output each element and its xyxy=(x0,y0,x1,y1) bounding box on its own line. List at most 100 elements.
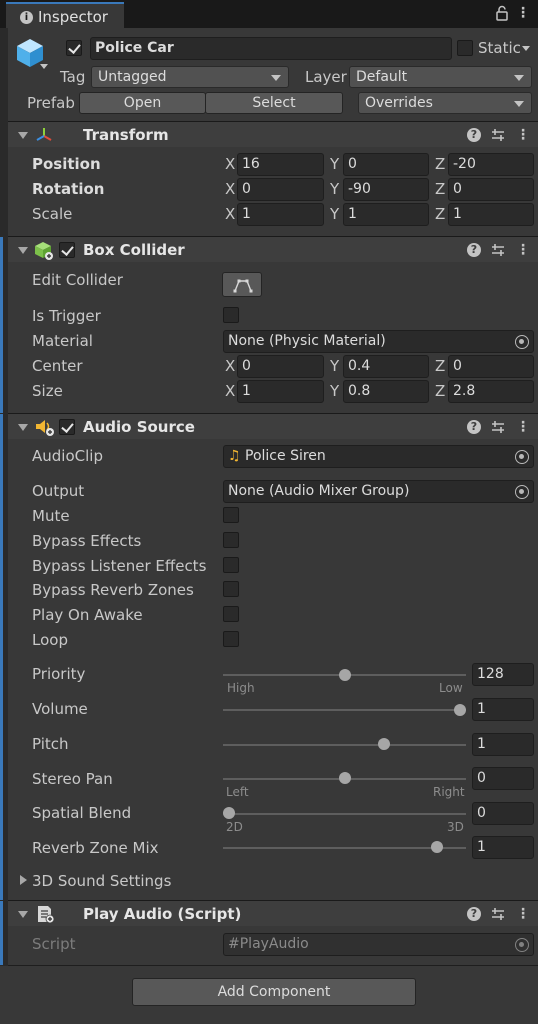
axis-x-label[interactable]: X xyxy=(225,205,235,223)
spatial-blend-slider-track[interactable] xyxy=(223,813,466,815)
active-checkbox[interactable] xyxy=(66,40,82,56)
static-checkbox[interactable] xyxy=(457,40,473,56)
volume-slider-knob[interactable] xyxy=(454,704,466,716)
output-field[interactable]: None (Audio Mixer Group) xyxy=(223,480,534,503)
static-dropdown-arrow-icon[interactable] xyxy=(522,46,530,51)
tab-menu-icon[interactable]: ⋮ xyxy=(516,5,530,21)
foldout-arrow-icon[interactable] xyxy=(18,424,28,431)
position-z-field[interactable]: -20 xyxy=(448,153,534,176)
object-picker-icon[interactable] xyxy=(515,335,529,349)
preset-icon[interactable] xyxy=(491,243,505,257)
selection-accent-bar xyxy=(0,901,3,965)
spatial-blend-field[interactable]: 0 xyxy=(472,802,534,825)
foldout-arrow-icon[interactable] xyxy=(20,875,27,885)
reverb-zone-mix-slider-knob[interactable] xyxy=(430,841,443,853)
help-icon[interactable]: ? xyxy=(467,420,481,434)
bypass-listener-effects-checkbox[interactable] xyxy=(223,557,239,573)
help-icon[interactable]: ? xyxy=(467,907,481,921)
size-z-field[interactable]: 2.8 xyxy=(448,380,534,403)
foldout-arrow-icon[interactable] xyxy=(18,911,28,918)
volume-field[interactable]: 1 xyxy=(472,698,534,721)
audioclip-field[interactable]: ♫ Police Siren xyxy=(223,445,534,468)
rotation-y-field[interactable]: -90 xyxy=(343,178,429,201)
scale-z-field[interactable]: 1 xyxy=(448,203,534,226)
axis-z-label[interactable]: Z xyxy=(435,180,445,198)
play-on-awake-checkbox[interactable] xyxy=(223,606,239,622)
inspector-tab[interactable]: i Inspector xyxy=(6,2,124,28)
preset-icon[interactable] xyxy=(491,128,505,142)
rotation-x-field[interactable]: 0 xyxy=(237,178,324,201)
foldout-arrow-icon[interactable] xyxy=(18,132,28,139)
audio-source-enabled-checkbox[interactable] xyxy=(59,419,75,435)
axis-x-label[interactable]: X xyxy=(225,155,235,173)
axis-x-label[interactable]: X xyxy=(225,382,235,400)
icon-dropdown-arrow-icon[interactable] xyxy=(40,64,48,69)
audio-source-header[interactable]: Audio Source ? ⋮ xyxy=(8,413,538,439)
box-collider-enabled-checkbox[interactable] xyxy=(59,242,75,258)
component-menu-icon[interactable]: ⋮ xyxy=(516,242,530,258)
center-y-field[interactable]: 0.4 xyxy=(343,355,429,378)
prefab-open-button[interactable]: Open xyxy=(79,92,206,114)
reverb-zone-mix-field[interactable]: 1 xyxy=(472,836,534,859)
axis-x-label[interactable]: X xyxy=(225,357,235,375)
scale-x-field[interactable]: 1 xyxy=(237,203,324,226)
stereo-pan-slider-knob[interactable] xyxy=(338,772,351,784)
priority-slider-knob[interactable] xyxy=(338,669,351,681)
loop-checkbox[interactable] xyxy=(223,631,239,647)
bypass-reverb-zones-checkbox[interactable] xyxy=(223,581,239,597)
pitch-slider-track[interactable] xyxy=(223,744,466,746)
position-x-field[interactable]: 16 xyxy=(237,153,324,176)
pitch-slider-knob[interactable] xyxy=(377,738,390,750)
box-collider-header[interactable]: Box Collider ? ⋮ xyxy=(8,236,538,262)
position-y-field[interactable]: 0 xyxy=(343,153,429,176)
component-menu-icon[interactable]: ⋮ xyxy=(516,419,530,435)
reverb-zone-mix-slider-track[interactable] xyxy=(223,847,466,849)
mute-checkbox[interactable] xyxy=(223,507,239,523)
prefab-select-button[interactable]: Select xyxy=(205,92,343,114)
preset-icon[interactable] xyxy=(491,420,505,434)
scale-y-field[interactable]: 1 xyxy=(343,203,429,226)
is-trigger-checkbox[interactable] xyxy=(223,307,239,323)
axis-y-label[interactable]: Y xyxy=(330,180,339,198)
object-picker-icon[interactable] xyxy=(515,485,529,499)
help-icon[interactable]: ? xyxy=(467,243,481,257)
bypass-effects-checkbox[interactable] xyxy=(223,532,239,548)
layer-dropdown[interactable]: Default xyxy=(349,66,532,88)
stereo-pan-field[interactable]: 0 xyxy=(472,767,534,790)
object-name-field[interactable]: Police Car xyxy=(90,37,452,60)
axis-y-label[interactable]: Y xyxy=(330,382,339,400)
volume-slider-track[interactable] xyxy=(223,709,466,711)
priority-field[interactable]: 128 xyxy=(472,663,534,686)
3d-sound-settings-foldout[interactable]: 3D Sound Settings xyxy=(32,872,171,890)
lock-icon[interactable] xyxy=(494,5,510,21)
pitch-field[interactable]: 1 xyxy=(472,733,534,756)
axis-y-label[interactable]: Y xyxy=(330,205,339,223)
static-label[interactable]: Static xyxy=(478,39,521,57)
center-x-field[interactable]: 0 xyxy=(237,355,324,378)
component-menu-icon[interactable]: ⋮ xyxy=(516,127,530,143)
axis-z-label[interactable]: Z xyxy=(435,205,445,223)
transform-header[interactable]: Transform ? ⋮ xyxy=(8,121,538,147)
edit-collider-button[interactable] xyxy=(222,272,262,297)
prefab-overrides-dropdown[interactable]: Overrides xyxy=(358,92,532,114)
component-menu-icon[interactable]: ⋮ xyxy=(516,906,530,922)
help-icon[interactable]: ? xyxy=(467,128,481,142)
size-x-field[interactable]: 1 xyxy=(237,380,324,403)
axis-y-label[interactable]: Y xyxy=(330,155,339,173)
preset-icon[interactable] xyxy=(491,907,505,921)
object-picker-icon[interactable] xyxy=(515,450,529,464)
tag-dropdown[interactable]: Untagged xyxy=(91,66,289,88)
add-component-button[interactable]: Add Component xyxy=(132,978,416,1006)
rotation-z-field[interactable]: 0 xyxy=(448,178,534,201)
material-field[interactable]: None (Physic Material) xyxy=(223,330,534,353)
size-y-field[interactable]: 0.8 xyxy=(343,380,429,403)
spatial-blend-slider-knob[interactable] xyxy=(223,807,235,819)
axis-x-label[interactable]: X xyxy=(225,180,235,198)
axis-z-label[interactable]: Z xyxy=(435,382,445,400)
axis-z-label[interactable]: Z xyxy=(435,357,445,375)
play-audio-header[interactable]: Play Audio (Script) ? ⋮ xyxy=(8,900,538,926)
center-z-field[interactable]: 0 xyxy=(448,355,534,378)
axis-y-label[interactable]: Y xyxy=(330,357,339,375)
foldout-arrow-icon[interactable] xyxy=(18,247,28,254)
axis-z-label[interactable]: Z xyxy=(435,155,445,173)
